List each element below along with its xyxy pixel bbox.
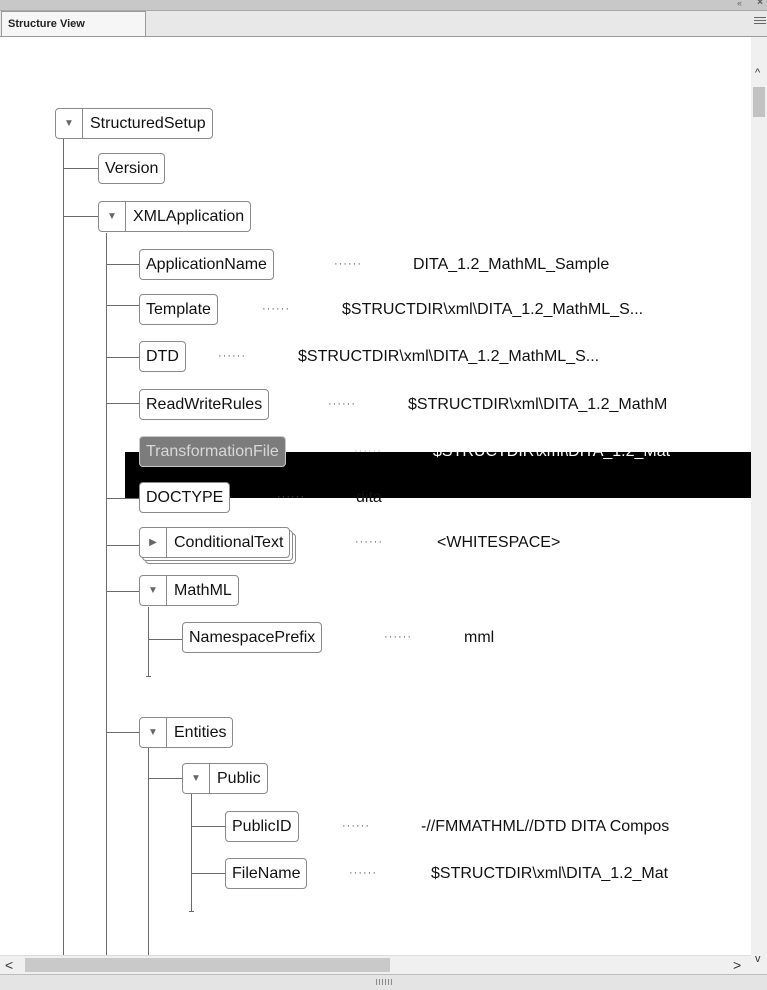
panel-header-bar: ‹‹ × (0, 0, 767, 11)
leader-dots: ······ (218, 350, 246, 362)
node-label: TransformationFile (146, 443, 279, 460)
tree-node-applicationname[interactable]: ApplicationName (139, 249, 274, 280)
scroll-left-arrow-icon[interactable]: < (5, 957, 13, 973)
tree-connector (106, 264, 139, 265)
leader-dots: ······ (349, 867, 377, 879)
tree-node-entities[interactable]: ▼ Entities (139, 717, 234, 748)
tree-connector (191, 826, 225, 827)
close-panel-icon[interactable]: × (757, 0, 763, 8)
node-label: ApplicationName (146, 256, 267, 273)
tree-node-namespaceprefix[interactable]: NamespacePrefix (182, 622, 323, 653)
attribute-value[interactable]: $STRUCTDIR\xml\DITA_1.2_Mat (431, 858, 668, 889)
expanded-triangle-icon[interactable]: ▼ (140, 718, 167, 747)
tree-connector (191, 873, 225, 874)
attribute-value[interactable]: $STRUCTDIR\xml\DITA_1.2_MathML_S... (342, 294, 643, 325)
tree-connector (106, 545, 139, 546)
tree-node-public[interactable]: ▼ Public (182, 763, 268, 794)
tree-connector (106, 732, 139, 733)
node-label: XMLApplication (133, 208, 245, 225)
leader-dots: ······ (328, 398, 356, 410)
attribute-value[interactable]: dita (356, 482, 382, 513)
tree-connector (106, 498, 139, 499)
tree-connector (106, 403, 139, 404)
tree-node-structuredsetup[interactable]: ▼ StructuredSetup (55, 108, 213, 139)
node-label: NamespacePrefix (189, 629, 316, 646)
tree-node-template[interactable]: Template (139, 294, 218, 325)
tree-node-conditionaltext[interactable]: ▶ ConditionalText (139, 527, 291, 558)
leader-dots: ······ (262, 303, 290, 315)
tree-connector (106, 305, 139, 306)
leader-dots: ······ (277, 491, 305, 503)
structure-tree[interactable]: ▼ StructuredSetup Version ▼ XMLApplicati… (0, 37, 751, 978)
attribute-value[interactable]: -//FMMATHML//DTD DITA Compos (421, 811, 669, 842)
attribute-value[interactable]: DITA_1.2_MathML_Sample (413, 249, 609, 280)
horizontal-scroll-thumb[interactable] (25, 958, 390, 972)
tree-node-version[interactable]: Version (98, 153, 166, 184)
leader-dots: ······ (355, 536, 383, 548)
tab-structure-view[interactable]: Structure View (1, 11, 146, 36)
tree-connector (106, 233, 107, 978)
leader-dots: ······ (384, 631, 412, 643)
node-label: Version (105, 160, 159, 177)
tree-connector (148, 607, 149, 677)
tree-node-publicid[interactable]: PublicID (225, 811, 299, 842)
attribute-value[interactable]: <WHITESPACE> (437, 527, 560, 558)
scroll-right-arrow-icon[interactable]: > (733, 957, 741, 973)
collapsed-triangle-icon[interactable]: ▶ (140, 528, 167, 557)
expanded-triangle-icon[interactable]: ▼ (140, 576, 167, 605)
tree-connector (63, 168, 98, 169)
tree-connector (106, 357, 139, 358)
tree-connector (191, 794, 192, 912)
vertical-scroll-thumb[interactable] (753, 87, 765, 117)
node-label: ConditionalText (174, 534, 284, 551)
expanded-triangle-icon[interactable]: ▼ (56, 109, 83, 138)
node-label: DTD (146, 348, 179, 365)
tab-bar: Structure View (0, 11, 767, 37)
node-label: PublicID (232, 818, 292, 835)
attribute-value[interactable]: $STRUCTDIR\xml\DITA_1.2_MathM (408, 389, 667, 420)
attribute-value[interactable]: $STRUCTDIR\xml\DITA_1.2_Mat (433, 436, 670, 467)
node-label: Entities (174, 724, 227, 741)
collapse-panel-icon[interactable]: ‹‹ (737, 0, 742, 8)
expanded-triangle-icon[interactable]: ▼ (183, 764, 210, 793)
tree-node-dtd[interactable]: DTD (139, 341, 186, 372)
tree-node-filename[interactable]: FileName (225, 858, 308, 889)
expanded-triangle-icon[interactable]: ▼ (99, 202, 126, 231)
tree-node-xmlapplication[interactable]: ▼ XMLApplication (98, 201, 252, 232)
attribute-value[interactable]: mml (464, 622, 494, 653)
leader-dots: ······ (354, 445, 382, 457)
tree-connector (63, 216, 98, 217)
tree-connector (63, 139, 64, 978)
tree-node-doctype[interactable]: DOCTYPE (139, 482, 231, 513)
scroll-up-arrow-icon[interactable]: ^ (755, 67, 760, 79)
node-label: MathML (174, 582, 232, 599)
node-label: StructuredSetup (90, 115, 206, 132)
tree-connector (148, 778, 182, 779)
tree-node-transformationfile[interactable]: TransformationFile (139, 436, 286, 467)
leader-dots: ······ (342, 820, 370, 832)
tree-connector (106, 591, 139, 592)
horizontal-scrollbar[interactable]: < > (0, 955, 751, 974)
attribute-value[interactable]: $STRUCTDIR\xml\DITA_1.2_MathML_S... (298, 341, 599, 372)
panel-footer (0, 974, 767, 990)
tree-node-mathml[interactable]: ▼ MathML (139, 575, 239, 606)
scroll-down-arrow-icon[interactable]: v (755, 953, 761, 965)
leader-dots: ······ (334, 258, 362, 270)
vertical-scrollbar[interactable]: ^ v (751, 37, 767, 978)
tree-connector (148, 748, 149, 978)
tree-branch-end (146, 676, 151, 677)
tree-branch-end (189, 911, 194, 912)
node-label: ReadWriteRules (146, 396, 263, 413)
node-label: FileName (232, 865, 301, 882)
resize-grip-icon[interactable] (376, 979, 394, 985)
tree-node-readwriterules[interactable]: ReadWriteRules (139, 389, 270, 420)
tree-connector (148, 639, 182, 640)
panel-menu-icon[interactable] (754, 17, 766, 29)
node-label: DOCTYPE (146, 489, 224, 506)
node-label: Template (146, 301, 211, 318)
node-label: Public (217, 770, 261, 787)
